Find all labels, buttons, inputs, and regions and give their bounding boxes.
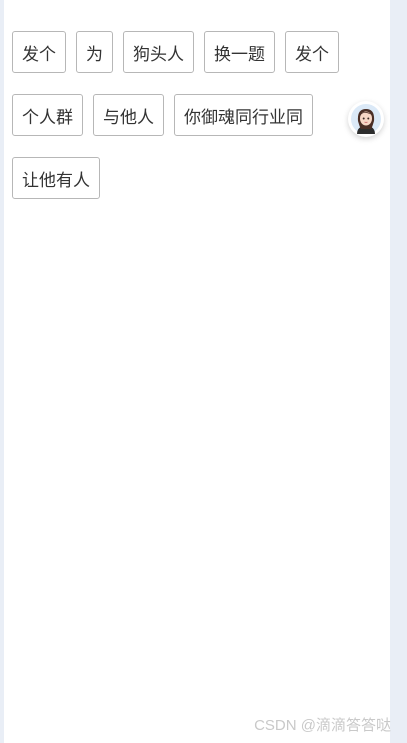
floating-avatar-button[interactable] [348, 101, 384, 137]
tag-button[interactable]: 你御魂同行业同 [174, 94, 313, 136]
tag-list: 发个 为 狗头人 换一题 发个 个人群 与他人 你御魂同行业同 让他有人 [12, 31, 342, 220]
tag-button[interactable]: 为 [76, 31, 113, 73]
tag-button[interactable]: 个人群 [12, 94, 83, 136]
tag-button[interactable]: 狗头人 [123, 31, 194, 73]
tag-button[interactable]: 发个 [285, 31, 339, 73]
tag-row-3: 让他有人 [12, 157, 342, 199]
tag-button[interactable]: 换一题 [204, 31, 275, 73]
avatar-icon [351, 104, 381, 134]
tag-row-1: 发个 为 狗头人 换一题 发个 [12, 31, 342, 73]
tag-button[interactable]: 与他人 [93, 94, 164, 136]
tag-button[interactable]: 发个 [12, 31, 66, 73]
tag-button[interactable]: 让他有人 [12, 157, 100, 199]
tag-row-2: 个人群 与他人 你御魂同行业同 [12, 94, 342, 136]
watermark-text: CSDN @滴滴答答哒 [254, 717, 391, 734]
content-panel: 发个 为 狗头人 换一题 发个 个人群 与他人 你御魂同行业同 让他有人 [4, 0, 390, 743]
